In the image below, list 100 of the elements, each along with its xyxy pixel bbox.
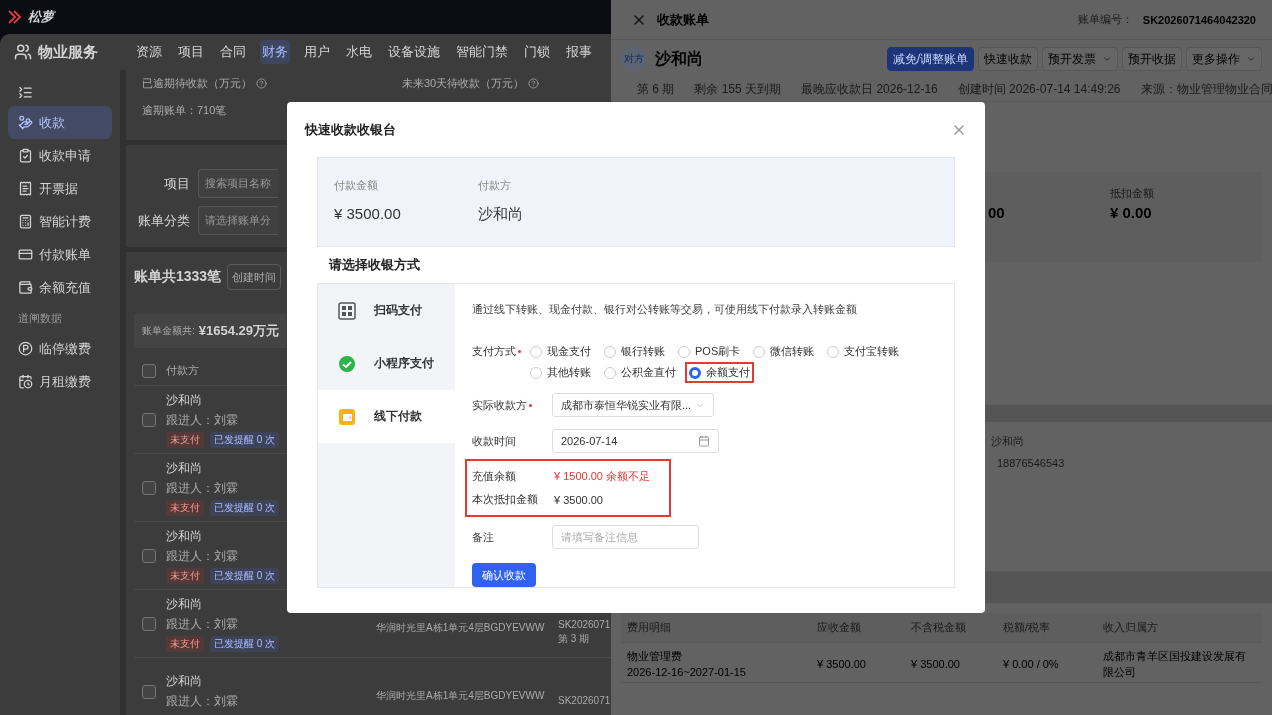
follower-text: 跟进人：刘霖 [166, 411, 238, 429]
radio-option[interactable]: 支付宝转账 [823, 341, 904, 362]
status-tag: 未支付 [166, 499, 204, 516]
filter-label: 账单分类 [137, 211, 191, 230]
help-icon[interactable] [528, 78, 540, 89]
method-tab[interactable]: 线下付款 [318, 390, 455, 443]
sidebar-section-title: 道闸数据 [17, 310, 63, 326]
radio-option[interactable]: 现金支付 [526, 341, 595, 362]
field-label: 实际收款方 [472, 397, 527, 413]
nav-tab[interactable]: 智能门禁 [454, 40, 510, 64]
stat-label: 未来30天待收款（万元） [402, 76, 525, 91]
action-button[interactable]: 快速收款 [978, 47, 1038, 71]
amount-value: 00 [988, 204, 1005, 221]
logo-icon [8, 9, 22, 25]
payer-name: 沙和尚 [166, 595, 202, 613]
receipt-icon [18, 181, 33, 196]
sort-select[interactable]: 创建时间 [227, 264, 282, 290]
action-button[interactable]: 减免/调整账单 [886, 47, 974, 71]
meta-text: 第 6 期 [637, 81, 675, 98]
action-button[interactable]: 预开发票 [1042, 47, 1118, 71]
payer-name: 沙和尚 [166, 673, 202, 690]
status-tag: 未支付 [166, 635, 204, 652]
method-tab[interactable]: 小程序支付 [318, 337, 455, 390]
status-tag: 已发提醒 0 次 [210, 499, 280, 516]
remark-field[interactable]: 请填写备注信息 [552, 525, 699, 549]
logo-text: 松萝 [28, 8, 54, 26]
module-title: 物业服务 [38, 42, 98, 62]
calendar-clock-icon [18, 374, 33, 389]
nav-tab[interactable]: 用户 [302, 40, 332, 64]
checkbox[interactable] [142, 548, 156, 563]
amount-value: ¥ 1500.00 余额不足 [554, 469, 650, 484]
radio-option[interactable]: 其他转账 [526, 362, 595, 383]
checkbox[interactable] [142, 684, 156, 699]
radio-option[interactable]: 余额支付 [685, 362, 754, 383]
radio-option[interactable]: 公积金直付 [600, 362, 680, 383]
table-cell-text: ¥ 3500.00 [817, 657, 867, 672]
help-icon[interactable] [256, 78, 267, 89]
sidebar-item[interactable]: 月租缴费 [8, 365, 112, 398]
radio-option[interactable]: 银行转账 [600, 341, 669, 362]
clipboard-check-icon [18, 148, 33, 163]
sidebar-item[interactable]: 付款账单 [8, 238, 112, 271]
nav-tab[interactable]: 财务 [260, 40, 290, 64]
column-header: 税额/税率 [1003, 620, 1052, 635]
sidebar-item[interactable]: 收款 [8, 106, 112, 139]
collapse-menu-icon[interactable] [18, 84, 33, 100]
section-title: 请选择收银方式 [327, 256, 421, 274]
follower-text: 跟进人：刘霖 [166, 547, 238, 565]
date-field[interactable]: 2026-07-14 [552, 429, 719, 453]
sidebar-item[interactable]: 收款申请 [8, 139, 112, 172]
table-cell-text: 成都市青羊区国投建设发展有限公司 [1103, 649, 1247, 680]
stat-note: 逾期账单：710笔 [142, 103, 228, 118]
nav-tab[interactable]: 合同 [218, 40, 248, 64]
total-amount: ¥1654.29万元 [198, 322, 279, 340]
sidebar-item[interactable]: 开票据 [8, 172, 112, 205]
payer-name: 沙和尚 [166, 391, 202, 409]
total-label: 账单金额共: [142, 324, 195, 338]
payee-select[interactable]: 成都市泰恒华锐实业有限... [552, 393, 714, 417]
contact-value: 沙和尚 [991, 434, 1024, 449]
radio-option[interactable]: 微信转账 [749, 341, 819, 362]
filter-field[interactable]: 搜索项目名称 [198, 169, 278, 198]
nav-tab[interactable]: 门锁 [522, 40, 552, 64]
status-tag: 已发提醒 0 次 [210, 635, 280, 652]
wallet-icon [18, 280, 33, 295]
nav-tab[interactable]: 水电 [344, 40, 374, 64]
column-header: 付款方 [166, 363, 199, 378]
amount-value: ¥ 0.00 [1110, 204, 1152, 221]
confirm-button[interactable]: 确认收款 [472, 563, 536, 587]
nav-tab[interactable]: 报事 [564, 40, 594, 64]
avatar: 对方 [621, 46, 647, 72]
bill-count: 账单共1333笔 [134, 268, 222, 286]
nav-tab[interactable]: 设备设施 [386, 40, 442, 64]
sidebar-item[interactable]: 智能计费 [8, 205, 112, 238]
action-button[interactable]: 更多操作 [1186, 47, 1262, 71]
method-tab[interactable]: 扫码支付 [318, 284, 455, 337]
sidebar-item[interactable]: 临停缴费 [8, 332, 112, 365]
nav-tab[interactable]: 项目 [176, 40, 206, 64]
status-tag: 未支付 [166, 567, 204, 584]
summary-label: 付款方 [478, 178, 511, 193]
nav-tab[interactable]: 资源 [134, 40, 164, 64]
checkbox[interactable] [142, 480, 156, 495]
checkbox[interactable] [142, 412, 156, 427]
radio-option[interactable]: POS刷卡 [674, 341, 745, 362]
sidebar-item[interactable]: 余额充值 [8, 271, 112, 304]
action-button[interactable]: 预开收据 [1122, 47, 1182, 71]
calculator-icon [18, 214, 33, 229]
checkbox[interactable] [142, 616, 156, 631]
summary-value: ¥ 3500.00 [334, 205, 401, 222]
meta-text: 最晚应收款日 2026-12-16 [801, 81, 938, 98]
filter-field[interactable]: 请选择账单分 [198, 206, 278, 235]
status-tag: 已发提醒 0 次 [210, 431, 280, 448]
check-bubble-icon [338, 354, 356, 373]
hand-coins-icon [18, 115, 33, 130]
follower-text: 跟进人：刘霖 [166, 479, 238, 497]
checkbox[interactable] [142, 363, 156, 378]
chevron-down-icon [1102, 54, 1112, 64]
calendar-icon [698, 435, 710, 447]
bill-number: SK2026071464042320 [1142, 13, 1256, 26]
follower-text: 跟进人：刘霖 [166, 615, 238, 633]
dialog-title: 快速收款收银台 [305, 120, 396, 139]
follower-text: 跟进人：刘霖 [166, 693, 238, 710]
